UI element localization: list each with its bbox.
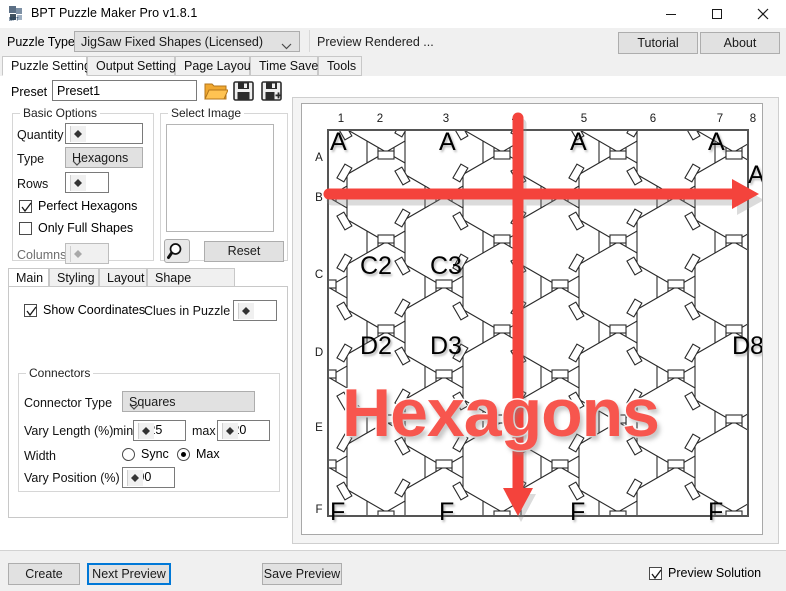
puzzle-type-label: Puzzle Type [7,35,75,49]
application-window: BPT BPT Puzzle Maker Pro v1.8.1 Puzzle T… [0,0,786,590]
floppy-save-as-icon [259,79,284,103]
vary-length-max-stepper[interactable] [222,423,238,439]
preset-label: Preset [11,85,47,99]
vary-position-input[interactable]: 0.00 [122,467,175,488]
columns-input: 5 [65,243,109,264]
vary-position-label: Vary Position (%) [24,471,120,485]
tab-time-saver[interactable]: Time Saver [250,56,318,76]
magnifier-icon [167,241,187,261]
tutorial-button[interactable]: Tutorial [618,32,698,54]
preset-save-as-button[interactable] [259,79,284,103]
subtab-styling[interactable]: Styling [49,268,99,287]
subtab-main[interactable]: Main [8,268,49,287]
vary-length-min-input[interactable]: 0.25 [133,420,186,441]
connector-type-label: Connector Type [24,396,112,410]
chevron-down-icon [129,399,246,413]
quantity-label: Quantity [17,128,64,142]
close-icon [757,8,769,20]
maximize-button[interactable] [694,0,740,28]
columns-stepper [70,246,86,262]
sub-tab-strip: Main Styling Layout Shape Licenses [8,268,288,287]
tab-tools[interactable]: Tools [318,56,362,76]
minimize-icon [665,8,677,20]
width-sync-label: Sync [141,447,169,461]
reset-image-button[interactable]: Reset [204,241,284,262]
check-icon [651,569,662,580]
preset-input[interactable]: Preset1 [52,80,197,101]
vary-position-stepper[interactable] [127,470,143,486]
radio-circle [122,448,135,461]
tab-puzzle-settings[interactable]: Puzzle Settings [2,56,87,76]
vary-length-max-label: max [192,424,216,438]
image-preview-box[interactable] [166,124,274,232]
perfect-hexagons-label: Perfect Hexagons [38,199,137,213]
clues-input[interactable]: 0 [233,300,277,321]
main-tab-strip: Puzzle Settings Output Settings Page Lay… [0,56,786,77]
puzzle-type-value: JigSaw Fixed Shapes (Licensed) [81,35,263,49]
vary-length-min-label: min [113,424,133,438]
puzzle-type-select[interactable]: JigSaw Fixed Shapes (Licensed) [74,31,300,52]
floppy-save-icon [231,79,256,103]
subtab-layout[interactable]: Layout [99,268,147,287]
width-max-label: Max [196,447,220,461]
divider [309,30,310,52]
close-button[interactable] [740,0,786,28]
annotation-arrows [302,104,763,535]
vary-length-label: Vary Length (%) [24,424,113,438]
vary-length-min-stepper[interactable] [138,423,154,439]
radio-circle [177,448,190,461]
quantity-input[interactable]: 1 [65,123,143,144]
check-icon [26,306,37,317]
select-image-caption: Select Image [168,106,244,120]
app-icon: BPT [8,5,25,22]
columns-label: Columns [17,248,66,262]
create-button[interactable]: Create [8,563,80,585]
preset-save-button[interactable] [231,79,256,103]
rows-label: Rows [17,177,48,191]
show-coordinates-label: Show Coordinates [43,303,145,317]
subtab-shape-licenses[interactable]: Shape Licenses [147,268,235,287]
only-full-shapes-label: Only Full Shapes [38,221,133,235]
clues-label: Clues in Puzzle [144,304,230,318]
clues-stepper[interactable] [238,303,254,319]
preset-open-button[interactable] [203,79,228,103]
type-select[interactable]: Hexagons [65,147,143,168]
preset-value: Preset1 [57,84,100,98]
browse-image-button[interactable] [164,239,190,263]
quantity-stepper[interactable] [70,126,86,142]
preview-pane[interactable]: 1 2 3 4 5 6 7 8 A B C D E F [292,97,779,544]
checkbox-box [649,567,662,580]
check-icon [21,202,32,213]
title-bar: BPT BPT Puzzle Maker Pro v1.8.1 [0,0,786,28]
render-status-text: Preview Rendered ... [317,35,434,49]
preview-solution-label: Preview Solution [668,566,761,580]
basic-options-caption: Basic Options [20,106,100,120]
checkbox-box [24,304,37,317]
checkbox-box [19,200,32,213]
wordmark-overlay: Hexagons [342,374,659,452]
connector-type-select[interactable]: Squares [122,391,255,412]
tab-output-settings[interactable]: Output Settings [87,56,175,76]
about-button[interactable]: About [700,32,780,54]
folder-open-icon [203,79,228,103]
width-label: Width [24,449,56,463]
minimize-button[interactable] [648,0,694,28]
tab-page-layout[interactable]: Page Layout [175,56,250,76]
rows-stepper[interactable] [70,175,86,191]
chevron-down-icon [72,155,134,169]
save-preview-button[interactable]: Save Preview [262,563,342,585]
rows-input[interactable]: 5 [65,172,109,193]
chevron-down-icon [281,39,292,53]
type-label: Type [17,152,44,166]
puzzle-canvas[interactable]: 1 2 3 4 5 6 7 8 A B C D E F [301,103,763,535]
vary-length-max-input[interactable]: 0.20 [217,420,270,441]
maximize-icon [711,8,723,20]
checkbox-box [19,222,32,235]
window-title: BPT Puzzle Maker Pro v1.8.1 [31,6,197,20]
next-preview-button[interactable]: Next Preview [87,563,171,585]
svg-text:BPT: BPT [9,17,19,22]
connectors-caption: Connectors [26,366,93,380]
